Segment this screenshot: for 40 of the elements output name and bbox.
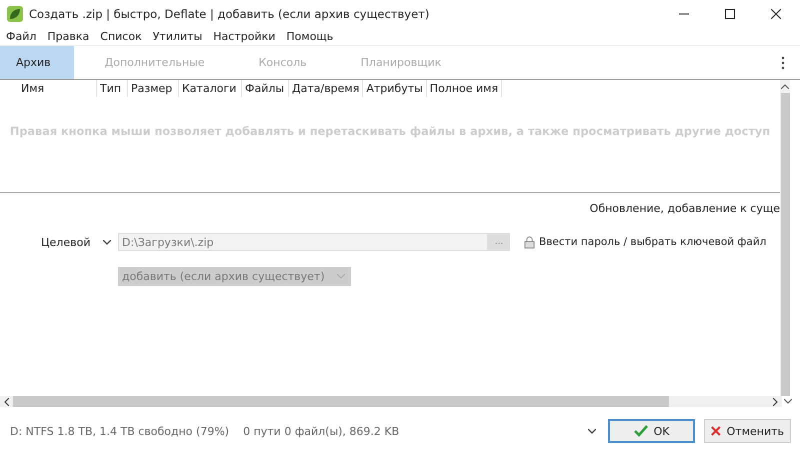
chevron-down-icon[interactable] [588, 428, 596, 434]
selection-status: 0 пути 0 файл(ы), 869.2 KB [243, 424, 400, 438]
lock-icon [524, 236, 535, 248]
column-header[interactable]: Атрибуты [363, 80, 427, 97]
more-menu-icon[interactable] [781, 56, 785, 70]
scroll-right-icon[interactable] [773, 398, 778, 406]
chevron-down-icon [337, 274, 345, 279]
info-text: Обновление, добавление к суще [590, 202, 780, 215]
menu-item[interactable]: Файл [6, 30, 36, 43]
maximize-icon[interactable] [725, 9, 735, 19]
menu-item[interactable]: Правка [47, 30, 90, 43]
menu-item[interactable]: Помощь [286, 30, 334, 43]
checkmark-icon [634, 425, 648, 437]
chevron-down-icon[interactable] [103, 240, 111, 244]
column-header[interactable]: Каталоги [179, 80, 242, 97]
column-header[interactable]: Файлы [242, 80, 289, 97]
column-header[interactable]: Тип [97, 80, 128, 97]
window-title: Создать .zip | быстро, Deflate | добавить (если архив существует) [29, 7, 430, 21]
scrollbar-thumb[interactable] [780, 93, 790, 396]
horizontal-scrollbar[interactable] [0, 396, 782, 407]
disk-status: D: NTFS 1.8 TB, 1.4 TB свободно (79%) [10, 424, 230, 438]
scroll-down-icon[interactable] [784, 399, 792, 404]
menu-item[interactable]: Утилиты [152, 30, 202, 43]
menu-item[interactable]: Список [100, 30, 142, 43]
cross-icon [711, 425, 721, 437]
password-link[interactable]: Ввести пароль / выбрать ключевой файл [539, 236, 766, 248]
scroll-left-icon[interactable] [4, 398, 9, 406]
column-header[interactable]: Дата/время [289, 80, 364, 97]
column-header[interactable]: Размер [128, 80, 179, 97]
menu-item[interactable]: Настройки [213, 30, 276, 43]
column-header[interactable]: Имя [18, 80, 97, 97]
scroll-up-icon[interactable] [781, 84, 789, 89]
leaf-logo-icon [7, 6, 23, 22]
ok-button[interactable]: OK [608, 419, 695, 443]
close-icon[interactable] [771, 9, 781, 19]
tab[interactable]: Архив [0, 46, 74, 79]
cancel-button[interactable]: Отменить [704, 419, 791, 443]
column-header[interactable]: Полное имя [426, 80, 502, 97]
target-label: Целевой [41, 236, 92, 248]
path-field[interactable]: D:\Загрузки\.zip [118, 233, 488, 251]
